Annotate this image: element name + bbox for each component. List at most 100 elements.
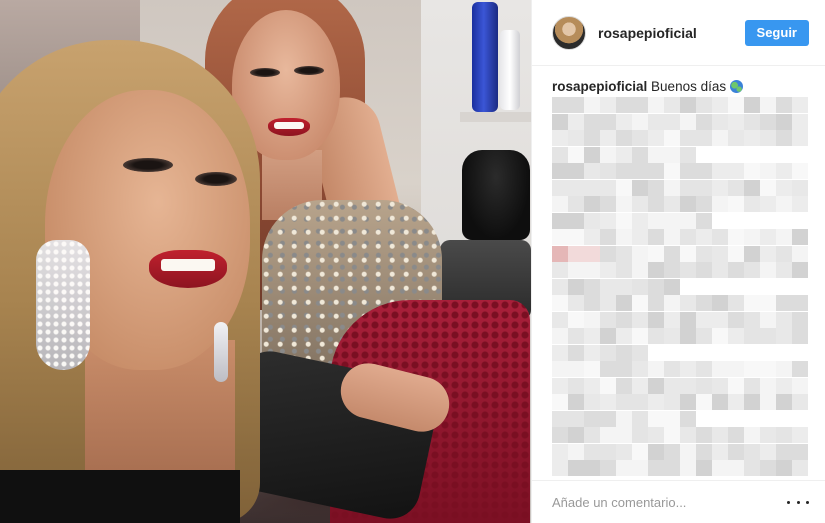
mosaic-block — [728, 328, 744, 344]
mosaic-block — [584, 179, 600, 196]
follow-button[interactable]: Seguir — [744, 19, 809, 46]
mosaic-block — [696, 130, 712, 146]
mosaic-block — [744, 229, 760, 245]
avatar[interactable] — [552, 15, 586, 50]
mosaic-block — [584, 377, 600, 394]
mosaic-block — [712, 328, 728, 344]
mosaic-block — [760, 262, 776, 278]
mosaic-block — [760, 179, 776, 196]
mosaic-block — [648, 113, 664, 130]
more-options-icon[interactable] — [787, 500, 809, 504]
mosaic-block — [552, 212, 568, 229]
mosaic-block — [792, 196, 808, 212]
mosaic-block — [568, 427, 584, 443]
mosaic-block — [632, 460, 648, 476]
mosaic-block — [648, 410, 664, 427]
mosaic-block — [728, 427, 744, 443]
mosaic-block — [776, 460, 792, 476]
post-header: rosapepioficial Seguir — [532, 0, 825, 66]
mosaic-block — [664, 179, 680, 196]
mosaic-block — [744, 196, 760, 212]
mosaic-block — [792, 229, 808, 245]
mosaic-block — [680, 196, 696, 212]
mosaic-block — [792, 377, 808, 394]
mosaic-block — [552, 245, 568, 262]
mosaic-block — [712, 361, 728, 377]
mosaic-block — [776, 179, 792, 196]
mosaic-block — [792, 262, 808, 278]
mosaic-block — [616, 410, 632, 427]
mosaic-block — [696, 311, 712, 328]
mosaic-block — [664, 163, 680, 179]
mosaic-block — [712, 377, 728, 394]
mosaic-block — [568, 196, 584, 212]
mosaic-block — [760, 443, 776, 460]
mosaic-block — [648, 278, 664, 295]
mosaic-block — [760, 394, 776, 410]
eye — [294, 66, 324, 75]
mosaic-block — [776, 361, 792, 377]
eye — [250, 68, 280, 77]
pixelated-comments — [552, 97, 814, 477]
mosaic-block — [632, 328, 648, 344]
mosaic-block — [760, 311, 776, 328]
post-photo[interactable] — [0, 0, 531, 523]
mosaic-block — [552, 295, 568, 311]
mosaic-block — [744, 262, 760, 278]
mosaic-block — [744, 97, 760, 113]
caption-username-link[interactable]: rosapepioficial — [552, 79, 647, 94]
mosaic-block — [632, 196, 648, 212]
mosaic-block — [632, 163, 648, 179]
mosaic-block — [568, 278, 584, 295]
mosaic-block — [600, 196, 616, 212]
mosaic-block — [664, 311, 680, 328]
mosaic-block — [664, 361, 680, 377]
post-caption: rosapepioficial Buenos días — [532, 66, 825, 96]
mosaic-block — [664, 113, 680, 130]
mosaic-block — [584, 394, 600, 410]
mosaic-block — [584, 427, 600, 443]
mosaic-block — [616, 377, 632, 394]
mosaic-block — [632, 344, 648, 361]
mosaic-block — [552, 229, 568, 245]
mosaic-block — [680, 130, 696, 146]
mosaic-block — [632, 113, 648, 130]
mosaic-block — [712, 262, 728, 278]
mosaic-block — [792, 443, 808, 460]
mosaic-block — [600, 229, 616, 245]
mosaic-block — [664, 278, 680, 295]
mosaic-block — [616, 361, 632, 377]
mosaic-block — [552, 427, 568, 443]
mosaic-block — [776, 130, 792, 146]
username-link[interactable]: rosapepioficial — [598, 25, 745, 41]
mosaic-block — [776, 328, 792, 344]
mosaic-block — [632, 245, 648, 262]
mosaic-block — [616, 344, 632, 361]
mosaic-block — [664, 427, 680, 443]
teeth — [161, 259, 215, 271]
mosaic-block — [552, 410, 568, 427]
mosaic-block — [728, 196, 744, 212]
mosaic-block — [632, 311, 648, 328]
mosaic-block — [776, 196, 792, 212]
mosaic-block — [600, 377, 616, 394]
mosaic-block — [552, 179, 568, 196]
mosaic-block — [696, 427, 712, 443]
mosaic-block — [568, 361, 584, 377]
mosaic-block — [552, 278, 568, 295]
mosaic-block — [552, 97, 568, 113]
mosaic-block — [584, 410, 600, 427]
mosaic-block — [760, 295, 776, 311]
mosaic-block — [664, 97, 680, 113]
mosaic-block — [728, 377, 744, 394]
mosaic-block — [584, 146, 600, 163]
mosaic-block — [792, 394, 808, 410]
mosaic-block — [584, 97, 600, 113]
comment-input[interactable] — [552, 494, 787, 510]
mosaic-block — [648, 295, 664, 311]
mosaic-block — [552, 394, 568, 410]
mosaic-block — [552, 361, 568, 377]
mosaic-block — [600, 344, 616, 361]
mosaic-block — [712, 163, 728, 179]
mosaic-block — [616, 229, 632, 245]
